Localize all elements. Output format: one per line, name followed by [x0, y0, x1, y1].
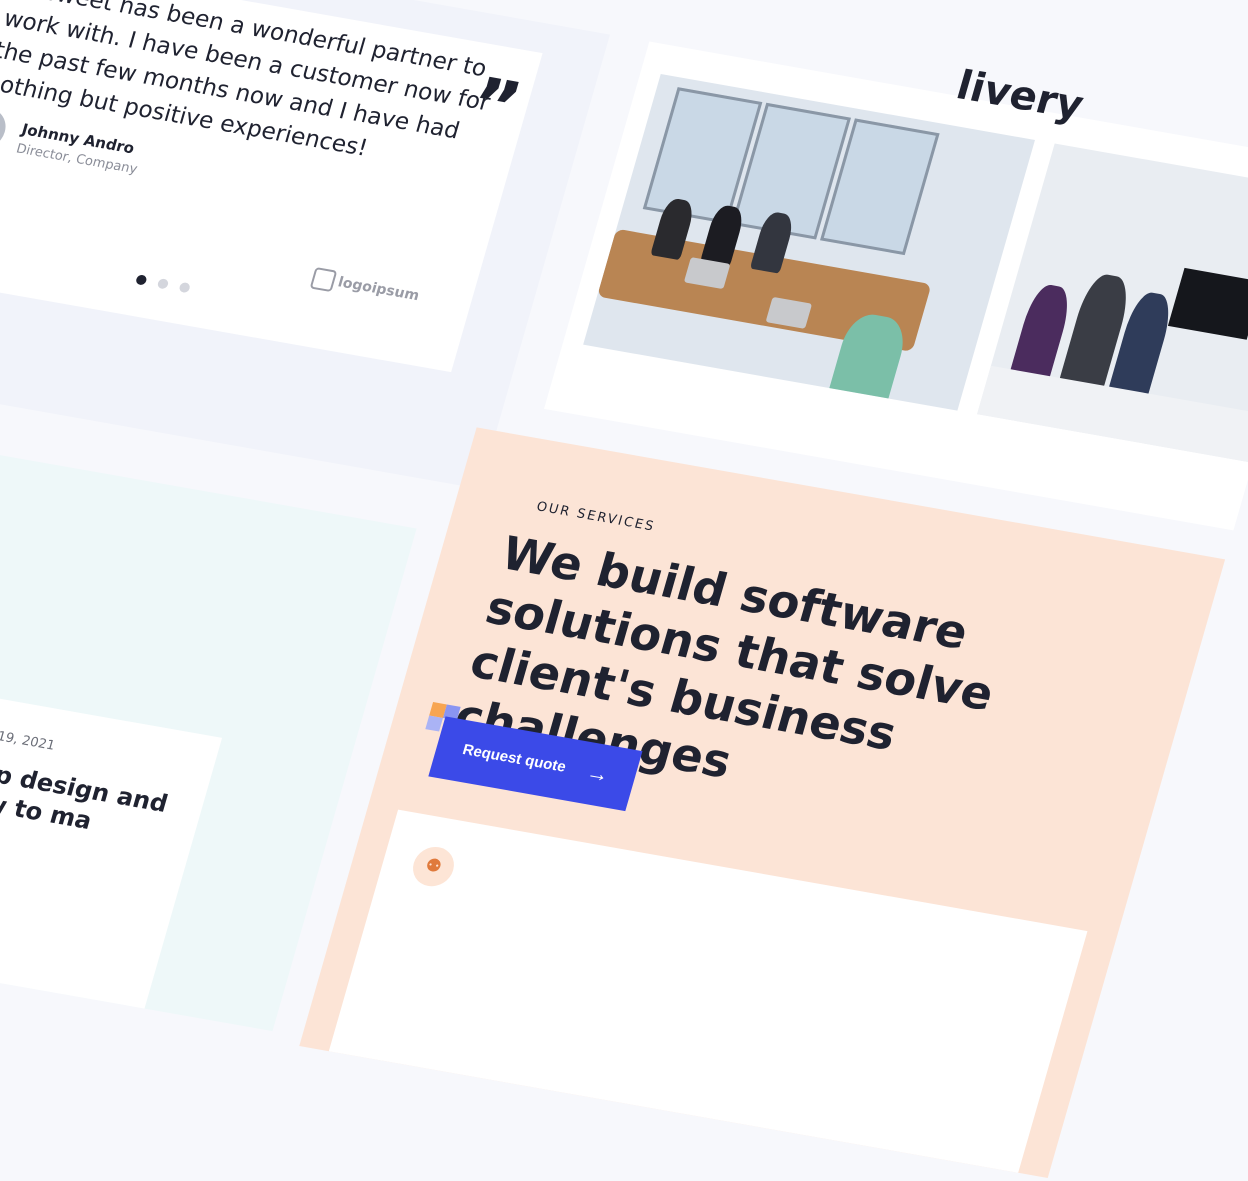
arrow-right-icon: →	[583, 759, 613, 788]
page-canvas: Finsweet has been a wonderful partner to…	[0, 0, 1248, 1178]
request-quote-label: Request quote	[460, 741, 568, 776]
logo-mark-icon	[309, 267, 338, 293]
